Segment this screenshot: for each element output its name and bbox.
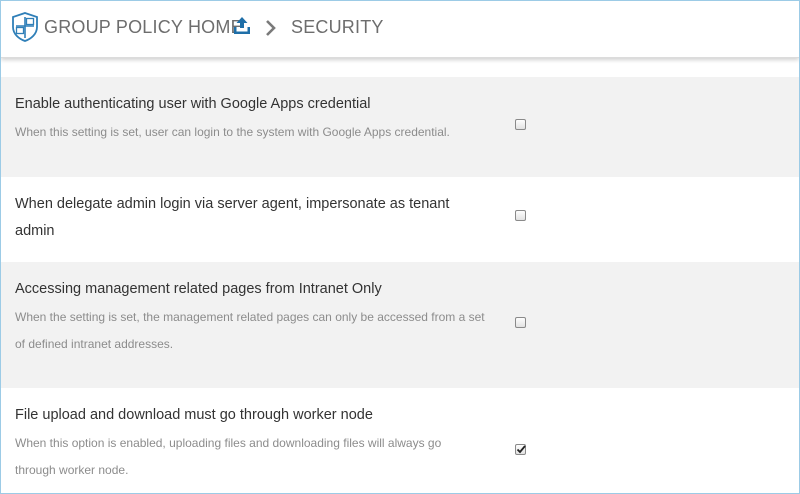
- intranet-only-checkbox[interactable]: [515, 317, 526, 328]
- setting-title: When delegate admin login via server age…: [15, 196, 450, 239]
- settings-list: Enable authenticating user with Google A…: [1, 58, 799, 493]
- setting-title: Enable authenticating user with Google A…: [15, 96, 371, 112]
- setting-row-intranet-only: Accessing management related pages from …: [1, 262, 799, 388]
- google-apps-checkbox[interactable]: [515, 119, 526, 130]
- setting-description: When this option is enabled, uploading f…: [15, 436, 442, 477]
- breadcrumb-current-page: SECURITY: [291, 17, 384, 37]
- app-window: GROUP POLICY HOME SECURITY Enable authen…: [0, 0, 800, 494]
- chevron-right-icon: [266, 20, 276, 36]
- setting-row-delegate-admin: When delegate admin login via server age…: [1, 177, 799, 262]
- delegate-admin-checkbox[interactable]: [515, 210, 526, 221]
- header-bar: GROUP POLICY HOME SECURITY: [1, 1, 799, 58]
- setting-title: Accessing management related pages from …: [15, 281, 382, 297]
- setting-title: File upload and download must go through…: [15, 407, 373, 423]
- setting-description: When this setting is set, user can login…: [15, 125, 450, 139]
- checkmark-icon: [516, 445, 526, 454]
- setting-description: When the setting is set, the management …: [15, 310, 485, 351]
- breadcrumb-home-link[interactable]: GROUP POLICY HOME: [44, 17, 243, 38]
- worker-node-checkbox[interactable]: [515, 444, 526, 455]
- upload-icon[interactable]: [232, 16, 252, 36]
- list-top-spacer: [1, 58, 799, 77]
- setting-row-worker-node: File upload and download must go through…: [1, 388, 799, 493]
- setting-row-google-apps: Enable authenticating user with Google A…: [1, 77, 799, 177]
- shield-logo-icon: [12, 12, 38, 42]
